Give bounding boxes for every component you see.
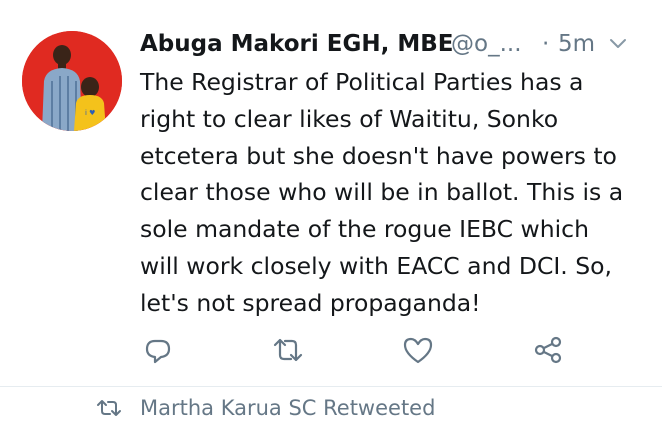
tweet-header: Abuga Makori EGH, MBE @o_... · 5m [140, 26, 640, 62]
header-separator: · [542, 31, 550, 57]
author-handle[interactable]: @o_... [451, 26, 522, 62]
reply-button[interactable] [138, 330, 178, 370]
retweet-context-label[interactable]: Martha Karua SC Retweeted [140, 393, 435, 423]
like-icon [403, 337, 433, 364]
tweet-text: The Registrar of Political Parties has a… [140, 68, 624, 317]
retweet-context[interactable]: Martha Karua SC Retweeted [0, 387, 662, 426]
retweet-icon [97, 400, 121, 416]
like-button[interactable] [398, 330, 438, 370]
author-name[interactable]: Abuga Makori EGH, MBE [140, 26, 453, 62]
avatar[interactable]: i ♥ [22, 31, 122, 131]
tweet-actions [0, 330, 662, 370]
share-icon [534, 336, 562, 364]
chevron-down-icon[interactable] [608, 35, 628, 53]
share-button[interactable] [528, 330, 568, 370]
tweet-timestamp[interactable]: 5m [558, 26, 595, 62]
svg-text:i ♥: i ♥ [85, 109, 95, 117]
retweet-button[interactable] [268, 330, 308, 370]
tweet[interactable]: i ♥ Abuga Makori EGH, MBE @o_... · 5m Th… [0, 0, 662, 386]
reply-icon [145, 339, 171, 364]
avatar-photo: i ♥ [22, 31, 122, 131]
retweet-icon [273, 338, 303, 362]
